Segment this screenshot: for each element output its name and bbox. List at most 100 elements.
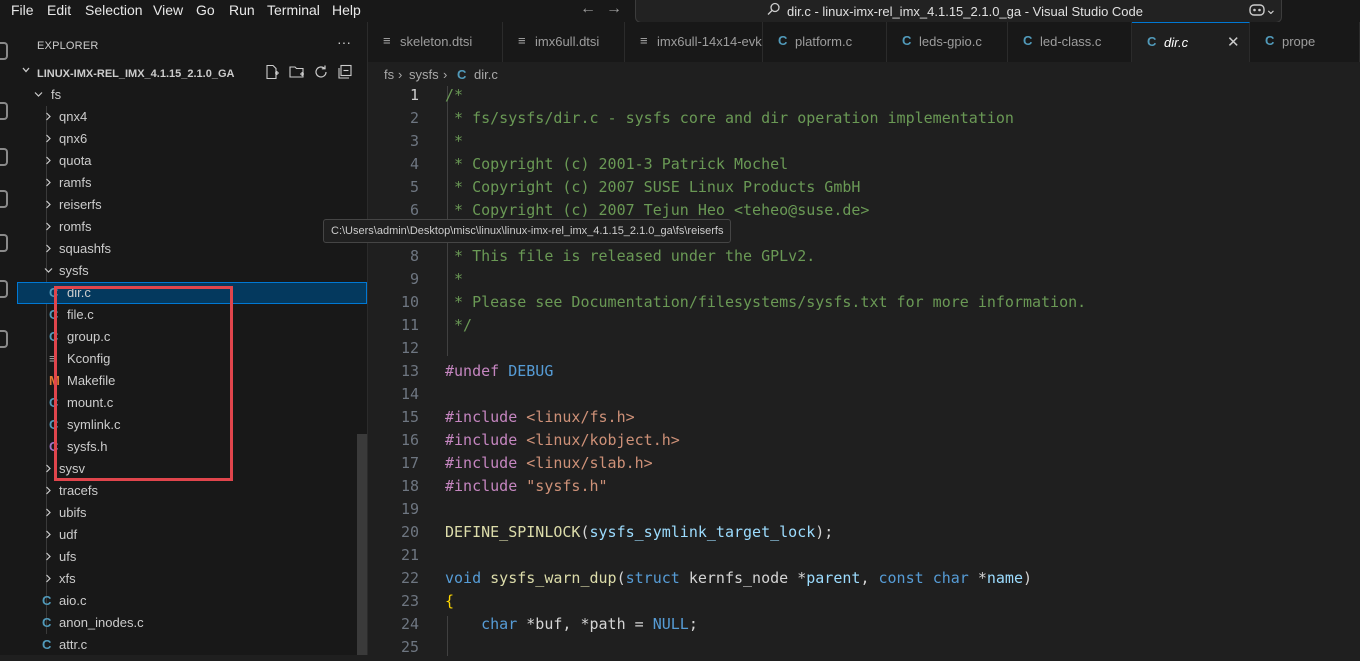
tab-skeleton-dtsi[interactable]: ≡ skeleton.dtsi: [368, 22, 503, 62]
line-number: 15: [400, 408, 419, 426]
copilot-icon[interactable]: ⌄: [1249, 1, 1277, 18]
remote-explorer-icon[interactable]: [0, 280, 8, 298]
tree-folder[interactable]: ubifs: [17, 502, 367, 524]
tab-dir-c[interactable]: Cdir.c ✕: [1132, 22, 1250, 62]
tab-led-class-c[interactable]: Cled-class.c: [1008, 22, 1132, 62]
code-line[interactable]: 4 * Copyright (c) 2001-3 Patrick Mochel: [368, 155, 1360, 178]
back-arrow-icon[interactable]: ←: [580, 0, 596, 18]
tree-item-label: symlink.c: [67, 417, 121, 432]
tree-file[interactable]: Canon_inodes.c: [17, 612, 367, 634]
tab-prope[interactable]: Cprope: [1250, 22, 1360, 62]
forward-arrow-icon[interactable]: →: [606, 0, 622, 18]
tree-folder[interactable]: squashfs: [17, 238, 367, 260]
code-line[interactable]: 12: [368, 339, 1360, 362]
code-line[interactable]: 5 * Copyright (c) 2007 SUSE Linux Produc…: [368, 178, 1360, 201]
tree-item-label: ubifs: [59, 505, 87, 520]
command-center[interactable]: dir.c - linux-imx-rel_imx_4.1.15_2.1.0_g…: [635, 0, 1282, 23]
breadcrumb-sysfs[interactable]: sysfs: [409, 67, 439, 82]
tree-file[interactable]: Cfile.c: [17, 304, 367, 326]
tree-file[interactable]: Cdir.c: [17, 282, 367, 304]
tree-item-label: sysv: [59, 461, 85, 476]
close-icon[interactable]: ✕: [1227, 33, 1240, 51]
menu-file[interactable]: File: [11, 2, 34, 18]
tree-file[interactable]: Caio.c: [17, 590, 367, 612]
menu-go[interactable]: Go: [196, 2, 215, 18]
tree-file[interactable]: Cmount.c: [17, 392, 367, 414]
tab-imx6ull-dtsi[interactable]: ≡ imx6ull.dtsi: [503, 22, 625, 62]
tree-folder[interactable]: tracefs: [17, 480, 367, 502]
line-number: 1: [409, 86, 419, 104]
extensions-icon[interactable]: [0, 234, 8, 252]
tree-folder[interactable]: qnx6: [17, 128, 367, 150]
workspace-name[interactable]: LINUX-IMX-REL_IMX_4.1.15_2.1.0_GA: [37, 68, 234, 80]
code-line[interactable]: 20 DEFINE_SPINLOCK(sysfs_symlink_target_l…: [368, 523, 1360, 546]
code-line[interactable]: 10 * Please see Documentation/filesystem…: [368, 293, 1360, 316]
tree-file[interactable]: M Makefile: [17, 370, 367, 392]
tree-file[interactable]: Cgroup.c: [17, 326, 367, 348]
tab-leds-gpio-c[interactable]: Cleds-gpio.c: [887, 22, 1008, 62]
tree-folder[interactable]: ramfs: [17, 172, 367, 194]
explorer-icon[interactable]: [0, 42, 8, 60]
collapse-all-icon[interactable]: [337, 64, 353, 80]
search-icon[interactable]: [0, 102, 8, 120]
tree-folder[interactable]: romfs: [17, 216, 367, 238]
new-file-icon[interactable]: [264, 64, 280, 80]
tree-file[interactable]: Csymlink.c: [17, 414, 367, 436]
menu-help[interactable]: Help: [332, 2, 361, 18]
tree-folder[interactable]: fs: [17, 84, 367, 106]
code-line[interactable]: 15 #include <linux/fs.h>: [368, 408, 1360, 431]
menu-edit[interactable]: Edit: [47, 2, 71, 18]
tree-folder[interactable]: udf: [17, 524, 367, 546]
code-line[interactable]: 21: [368, 546, 1360, 569]
tree-file[interactable]: Csysfs.h: [17, 436, 367, 458]
chevron-down-icon[interactable]: [22, 66, 30, 74]
code-line[interactable]: 11 */: [368, 316, 1360, 339]
refresh-icon[interactable]: [313, 64, 329, 80]
tree-item-label: anon_inodes.c: [59, 615, 144, 630]
more-actions-icon[interactable]: ···: [337, 34, 351, 50]
run-debug-icon[interactable]: [0, 190, 8, 208]
code-line[interactable]: 13 #undef DEBUG: [368, 362, 1360, 385]
menu-run[interactable]: Run: [229, 2, 255, 18]
code-line[interactable]: 17 #include <linux/slab.h>: [368, 454, 1360, 477]
menu-terminal[interactable]: Terminal: [267, 2, 320, 18]
code-token: /*: [445, 86, 464, 104]
code-line[interactable]: 23 {: [368, 592, 1360, 615]
code-line[interactable]: 18 #include "sysfs.h": [368, 477, 1360, 500]
tree-folder[interactable]: quota: [17, 150, 367, 172]
breadcrumb-fs[interactable]: fs: [384, 67, 394, 82]
testing-icon[interactable]: [0, 330, 8, 348]
tree-folder[interactable]: sysv: [17, 458, 367, 480]
tree-item-label: squashfs: [59, 241, 112, 256]
tree-file[interactable]: Cattr.c: [17, 634, 367, 656]
code-line[interactable]: 19: [368, 500, 1360, 523]
c-file-icon: C: [49, 329, 59, 344]
tree-folder[interactable]: reiserfs: [17, 194, 367, 216]
breadcrumb-dir-c[interactable]: dir.c: [474, 67, 498, 82]
code-line[interactable]: 1 /*: [368, 86, 1360, 109]
tree-file[interactable]: ≡ Kconfig: [17, 348, 367, 370]
code-line[interactable]: 25: [368, 638, 1360, 661]
tab-platform-c[interactable]: Cplatform.c: [763, 22, 887, 62]
code-line[interactable]: 14: [368, 385, 1360, 408]
code-line[interactable]: 9 *: [368, 270, 1360, 293]
code-token: struct: [625, 569, 680, 587]
code-line[interactable]: 3 *: [368, 132, 1360, 155]
code-line[interactable]: 22 void sysfs_warn_dup(struct kernfs_node…: [368, 569, 1360, 592]
source-control-icon[interactable]: [0, 148, 8, 166]
code-line[interactable]: 24 char *buf, *path = NULL;: [368, 615, 1360, 638]
code-line[interactable]: 16 #include <linux/kobject.h>: [368, 431, 1360, 454]
tree-folder[interactable]: qnx4: [17, 106, 367, 128]
tree-folder[interactable]: sysfs: [17, 260, 367, 282]
code-line[interactable]: 2 * fs/sysfs/dir.c - sysfs core and dir …: [368, 109, 1360, 132]
code-editor[interactable]: 1 /* 2 * fs/sysfs/dir.c - sysfs core and d…: [368, 86, 1360, 656]
tab-imx6ull-14x14-evk-dts[interactable]: ≡ imx6ull-14x14-evk.dts: [625, 22, 783, 62]
tree-folder[interactable]: ufs: [17, 546, 367, 568]
tree-folder[interactable]: xfs: [17, 568, 367, 590]
sidebar-scrollbar[interactable]: [357, 434, 367, 655]
code-line[interactable]: 8 * This file is released under the GPLv…: [368, 247, 1360, 270]
new-folder-icon[interactable]: [289, 64, 305, 80]
menu-view[interactable]: View: [153, 2, 183, 18]
menu-selection[interactable]: Selection: [85, 2, 143, 18]
